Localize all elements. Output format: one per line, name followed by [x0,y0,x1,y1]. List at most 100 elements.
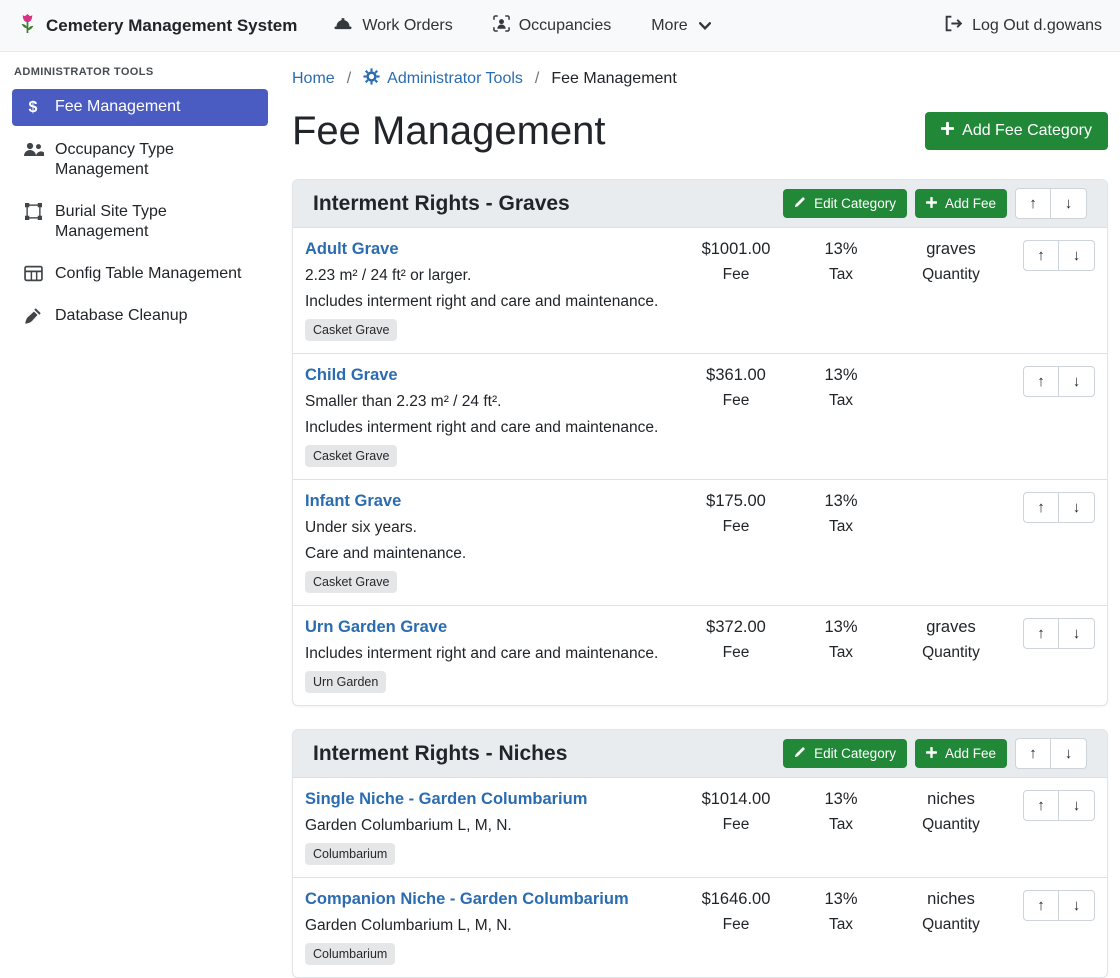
fee-amount-col: $361.00 Fee [681,366,791,410]
arrow-down-icon: ↓ [1073,897,1081,914]
sidebar-header: ADMINISTRATOR TOOLS [12,66,268,89]
arrow-up-icon: ↑ [1037,797,1045,814]
move-fee-down-button[interactable]: ↓ [1059,790,1095,821]
move-fee-up-button[interactable]: ↑ [1023,618,1059,649]
move-fee-up-button[interactable]: ↑ [1023,240,1059,271]
fee-label: Fee [681,644,791,662]
fee-amount-col: $372.00 Fee [681,618,791,662]
fee-amount: $1001.00 [681,240,791,259]
move-fee-down-button[interactable]: ↓ [1059,240,1095,271]
edit-category-button[interactable]: Edit Category [783,189,907,218]
sidebar-item-fee-management[interactable]: $ Fee Management [12,89,268,126]
fee-quantity-col: graves Quantity [891,240,1011,284]
move-fee-down-button[interactable]: ↓ [1059,492,1095,523]
fee-type-badge: Columbarium [305,843,395,865]
move-category-up-button[interactable]: ↑ [1015,738,1051,769]
arrow-up-icon: ↑ [1029,745,1037,762]
breadcrumb-separator: / [347,70,351,88]
sidebar-item-database-cleanup[interactable]: Database Cleanup [12,298,268,334]
arrow-down-icon: ↓ [1065,195,1073,212]
fee-row-urn-garden-grave: Urn Garden Grave Includes interment righ… [293,605,1107,705]
dollar-icon: $ [22,98,44,118]
tax-value: 13% [791,366,891,385]
category-header: Interment Rights - Graves Edit Category [293,180,1107,228]
fee-reorder-group: ↑ ↓ [1023,790,1095,821]
add-fee-button[interactable]: Add Fee [915,189,1007,218]
move-fee-up-button[interactable]: ↑ [1023,890,1059,921]
fee-name-link[interactable]: Companion Niche - Garden Columbarium [305,890,629,909]
arrow-up-icon: ↑ [1037,625,1045,642]
fee-reorder-group: ↑ ↓ [1023,890,1095,921]
tax-label: Tax [791,266,891,284]
breadcrumb-home-link[interactable]: Home [292,70,335,88]
flower-logo-icon [18,12,37,40]
breadcrumb: Home / [292,68,1108,90]
move-fee-up-button[interactable]: ↑ [1023,492,1059,523]
category-title: Interment Rights - Graves [313,192,783,216]
main-content: Home / [280,52,1120,939]
quantity-label: Quantity [891,644,1011,662]
bounding-box-icon [22,203,44,220]
move-category-down-button[interactable]: ↓ [1051,738,1087,769]
arrow-down-icon: ↓ [1073,373,1081,390]
move-category-up-button[interactable]: ↑ [1015,188,1051,219]
fee-category-card-graves: Interment Rights - Graves Edit Category [292,179,1108,706]
tax-value: 13% [791,240,891,259]
move-fee-down-button[interactable]: ↓ [1059,618,1095,649]
breadcrumb-admin-tools-link[interactable]: Administrator Tools [363,68,523,90]
fee-label: Fee [681,518,791,536]
move-category-down-button[interactable]: ↓ [1051,188,1087,219]
fee-reorder-group: ↑ ↓ [1023,618,1095,649]
fee-amount: $361.00 [681,366,791,385]
sidebar-item-burial-site-type-management[interactable]: Burial Site Type Management [12,194,268,250]
fee-description: Includes interment right and care and ma… [305,293,675,311]
fee-name-link[interactable]: Adult Grave [305,240,399,259]
app-title: Cemetery Management System [46,16,297,36]
nav-more[interactable]: More [651,17,710,35]
tax-label: Tax [791,644,891,662]
fee-name-link[interactable]: Infant Grave [305,492,401,511]
fee-category-card-niches: Interment Rights - Niches Edit Category [292,729,1108,978]
pencil-icon [794,196,806,211]
plus-icon [926,746,937,761]
fee-name-link[interactable]: Urn Garden Grave [305,618,447,637]
sidebar-item-occupancy-type-management[interactable]: Occupancy Type Management [12,132,268,188]
nav-occupancies[interactable]: Occupancies [493,15,612,37]
fee-amount-col: $1001.00 Fee [681,240,791,284]
tax-label: Tax [791,518,891,536]
fee-type-badge: Casket Grave [305,445,397,467]
fee-description: Garden Columbarium L, M, N. [305,917,675,935]
move-fee-up-button[interactable]: ↑ [1023,366,1059,397]
fee-label: Fee [681,266,791,284]
arrow-down-icon: ↓ [1065,745,1073,762]
add-fee-category-button[interactable]: Add Fee Category [925,112,1108,150]
plus-icon [941,122,954,140]
nav-work-orders[interactable]: Work Orders [333,16,452,36]
sidebar-item-label: Database Cleanup [55,306,188,326]
arrow-up-icon: ↑ [1037,373,1045,390]
fee-description: 2.23 m² / 24 ft² or larger. [305,267,675,285]
fee-tax-col: 13% Tax [791,618,891,662]
fee-name-link[interactable]: Single Niche - Garden Columbarium [305,790,587,809]
sidebar-item-config-table-management[interactable]: Config Table Management [12,256,268,292]
arrow-down-icon: ↓ [1073,247,1081,264]
logout-button[interactable]: Log Out d.gowans [944,15,1102,37]
app-brand[interactable]: Cemetery Management System [18,12,297,40]
edit-category-button[interactable]: Edit Category [783,739,907,768]
category-reorder-group: ↑ ↓ [1015,188,1087,219]
add-fee-button[interactable]: Add Fee [915,739,1007,768]
quantity-value: niches [891,890,1011,909]
tax-value: 13% [791,790,891,809]
category-reorder-group: ↑ ↓ [1015,738,1087,769]
move-fee-down-button[interactable]: ↓ [1059,890,1095,921]
fee-row-infant-grave: Infant Grave Under six years. Care and m… [293,479,1107,605]
fee-type-badge: Columbarium [305,943,395,965]
breadcrumb-current: Fee Management [551,70,676,88]
fee-name-link[interactable]: Child Grave [305,366,398,385]
quantity-value: graves [891,618,1011,637]
move-fee-up-button[interactable]: ↑ [1023,790,1059,821]
arrow-up-icon: ↑ [1037,247,1045,264]
sidebar-item-label: Burial Site Type Management [55,202,258,242]
main-nav: Work Orders Occupancies More [333,15,710,37]
move-fee-down-button[interactable]: ↓ [1059,366,1095,397]
